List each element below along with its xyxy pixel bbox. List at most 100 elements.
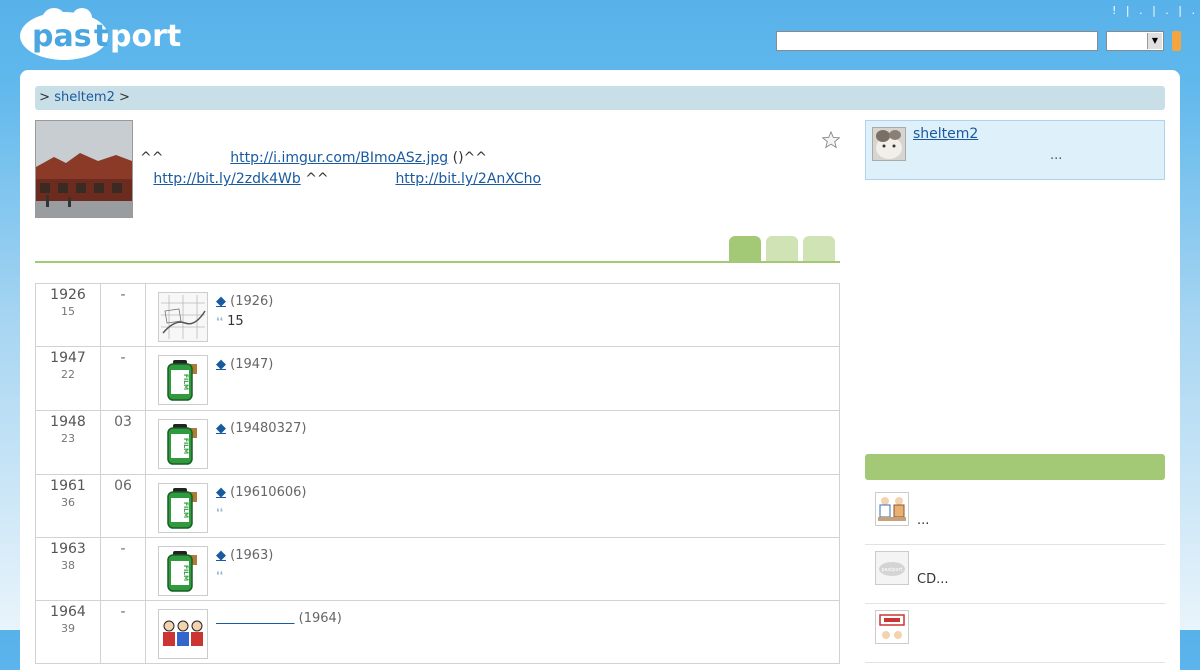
svg-text:pas: pas [32, 19, 92, 54]
entry-link-diamond[interactable]: ◆ [216, 357, 226, 372]
entry-title: ◆ (1963) [216, 548, 273, 563]
pastport-logo[interactable]: pas t port [20, 6, 188, 62]
svg-text:FILM: FILM [182, 502, 189, 518]
svg-text:pastport: pastport [881, 567, 902, 573]
entry-quote: ❛❛ [216, 568, 227, 583]
entry-cell: FILM ◆ (1963) ❛❛ [145, 537, 840, 601]
table-row: 1926 15 - ◆ (1926) ❛❛ 15 [35, 283, 840, 347]
svg-text:t: t [94, 19, 108, 54]
tab-1[interactable] [729, 236, 761, 262]
desc-link-bitly-1[interactable]: http://bit.ly/2zdk4Wb [153, 171, 300, 187]
year-cell: 1963 38 [35, 537, 101, 601]
year-value: 1948 [50, 414, 86, 430]
header: pas t port ! | . | . | . ▼ [0, 0, 1200, 70]
year-sub: 36 [61, 496, 75, 509]
month-value: 06 [114, 478, 132, 494]
sidebar-item-text: ... [917, 513, 930, 528]
svg-text:FILM: FILM [182, 374, 189, 390]
post-photo[interactable] [35, 120, 133, 218]
entry-quote-text: 15 [227, 314, 244, 329]
search-input[interactable] [776, 31, 1098, 51]
tab-2[interactable] [766, 236, 798, 262]
entry-date: (1964) [298, 611, 342, 626]
table-row: 1964 39 - (1964) [35, 600, 840, 664]
sidebar-item[interactable]: pastport CD... [865, 545, 1165, 604]
year-sub: 39 [61, 622, 75, 635]
star-icon[interactable] [822, 131, 840, 149]
month-cell: - [100, 537, 146, 601]
avatar[interactable] [872, 127, 906, 161]
month-value: - [120, 287, 126, 303]
year-cell: 1964 39 [35, 600, 101, 664]
month-cell: - [100, 346, 146, 411]
month-value: - [120, 350, 126, 366]
sidebar-header [865, 454, 1165, 480]
year-value: 1961 [50, 478, 86, 494]
entry-date: (1963) [230, 548, 274, 563]
people-icon [875, 492, 909, 526]
film-icon[interactable]: FILM [158, 419, 208, 469]
tab-divider [35, 261, 840, 263]
breadcrumb-prefix: > [39, 90, 51, 105]
search-button[interactable] [1172, 31, 1181, 51]
map-icon[interactable] [158, 292, 208, 342]
user-name-link[interactable]: sheltem2 [913, 126, 978, 142]
main-panel: > sheltem2 > ^^ http://i.imgur.com/BImoA… [20, 70, 1180, 670]
entry-quote: ❛❛ 15 [216, 314, 244, 329]
breadcrumb-item-sheltem2[interactable]: sheltem2 [54, 90, 115, 105]
header-links[interactable]: ! | . | . | . [1112, 4, 1195, 22]
entry-title: ◆ (19480327) [216, 421, 306, 436]
entry-title: ◆ (19610606) [216, 485, 306, 500]
month-value: 03 [114, 414, 132, 430]
breadcrumb-suffix: > [118, 90, 130, 105]
entry-cell: FILM ◆ (1947) [145, 346, 840, 411]
entry-cell: (1964) [145, 600, 840, 664]
entry-cell: ◆ (1926) ❛❛ 15 [145, 283, 840, 347]
pastport-placeholder-icon: pastport [875, 551, 909, 585]
year-cell: 1947 22 [35, 346, 101, 411]
desc-text-2: ()^^ [452, 150, 487, 166]
svg-text:FILM: FILM [182, 565, 189, 581]
post-description: ^^ http://i.imgur.com/BImoASz.jpg ()^^ h… [140, 148, 700, 190]
year-cell: 1948 23 [35, 410, 101, 475]
sign-icon [875, 610, 909, 644]
table-row: 1947 22 - FILM ◆ (1947) [35, 346, 840, 411]
entry-link-diamond[interactable]: ◆ [216, 548, 226, 563]
desc-link-imgur[interactable]: http://i.imgur.com/BImoASz.jpg [230, 150, 448, 166]
entry-cell: FILM ◆ (19480327) [145, 410, 840, 475]
film-icon[interactable]: FILM [158, 355, 208, 405]
year-cell: 1961 36 [35, 474, 101, 538]
film-icon[interactable]: FILM [158, 546, 208, 596]
entry-date: (1926) [230, 294, 274, 309]
year-value: 1963 [50, 541, 86, 557]
sidebar-item[interactable] [865, 604, 1165, 663]
sidebar-item[interactable]: ... [865, 486, 1165, 545]
desc-text-3: ^^ [305, 171, 329, 187]
entry-cell: FILM ◆ (19610606) ❛❛ [145, 474, 840, 538]
entry-link-diamond[interactable]: ◆ [216, 294, 226, 309]
search-select[interactable]: ▼ [1106, 31, 1164, 51]
people-icon[interactable] [158, 609, 208, 659]
entry-title: (1964) [216, 611, 342, 626]
tab-3[interactable] [803, 236, 835, 262]
film-icon[interactable]: FILM [158, 483, 208, 533]
entry-quote: ❛❛ [216, 505, 227, 520]
entry-link-diamond[interactable]: ◆ [216, 421, 226, 436]
month-value: - [120, 541, 126, 557]
year-sub: 15 [61, 305, 75, 318]
desc-link-bitly-2[interactable]: http://bit.ly/2AnXCho [395, 171, 541, 187]
month-value: - [120, 604, 126, 620]
entry-link-diamond[interactable]: ◆ [216, 485, 226, 500]
entry-link-blank[interactable] [216, 611, 295, 626]
chevron-down-icon: ▼ [1147, 33, 1162, 49]
table-row: 1963 38 - FILM ◆ (1963) ❛❛ [35, 537, 840, 601]
year-value: 1947 [50, 350, 86, 366]
quote-icon: ❛❛ [216, 569, 224, 582]
entry-date: (1947) [230, 357, 274, 372]
month-cell: 03 [100, 410, 146, 475]
timeline-table: 1926 15- ◆ (1926) ❛❛ 15 1947 22- FILM ◆ (1947) 19… [35, 283, 840, 664]
table-row: 1961 36 06 FILM ◆ (19610606) ❛❛ [35, 474, 840, 538]
year-value: 1926 [50, 287, 86, 303]
year-sub: 23 [61, 432, 75, 445]
breadcrumb: > sheltem2 > [35, 86, 1165, 110]
